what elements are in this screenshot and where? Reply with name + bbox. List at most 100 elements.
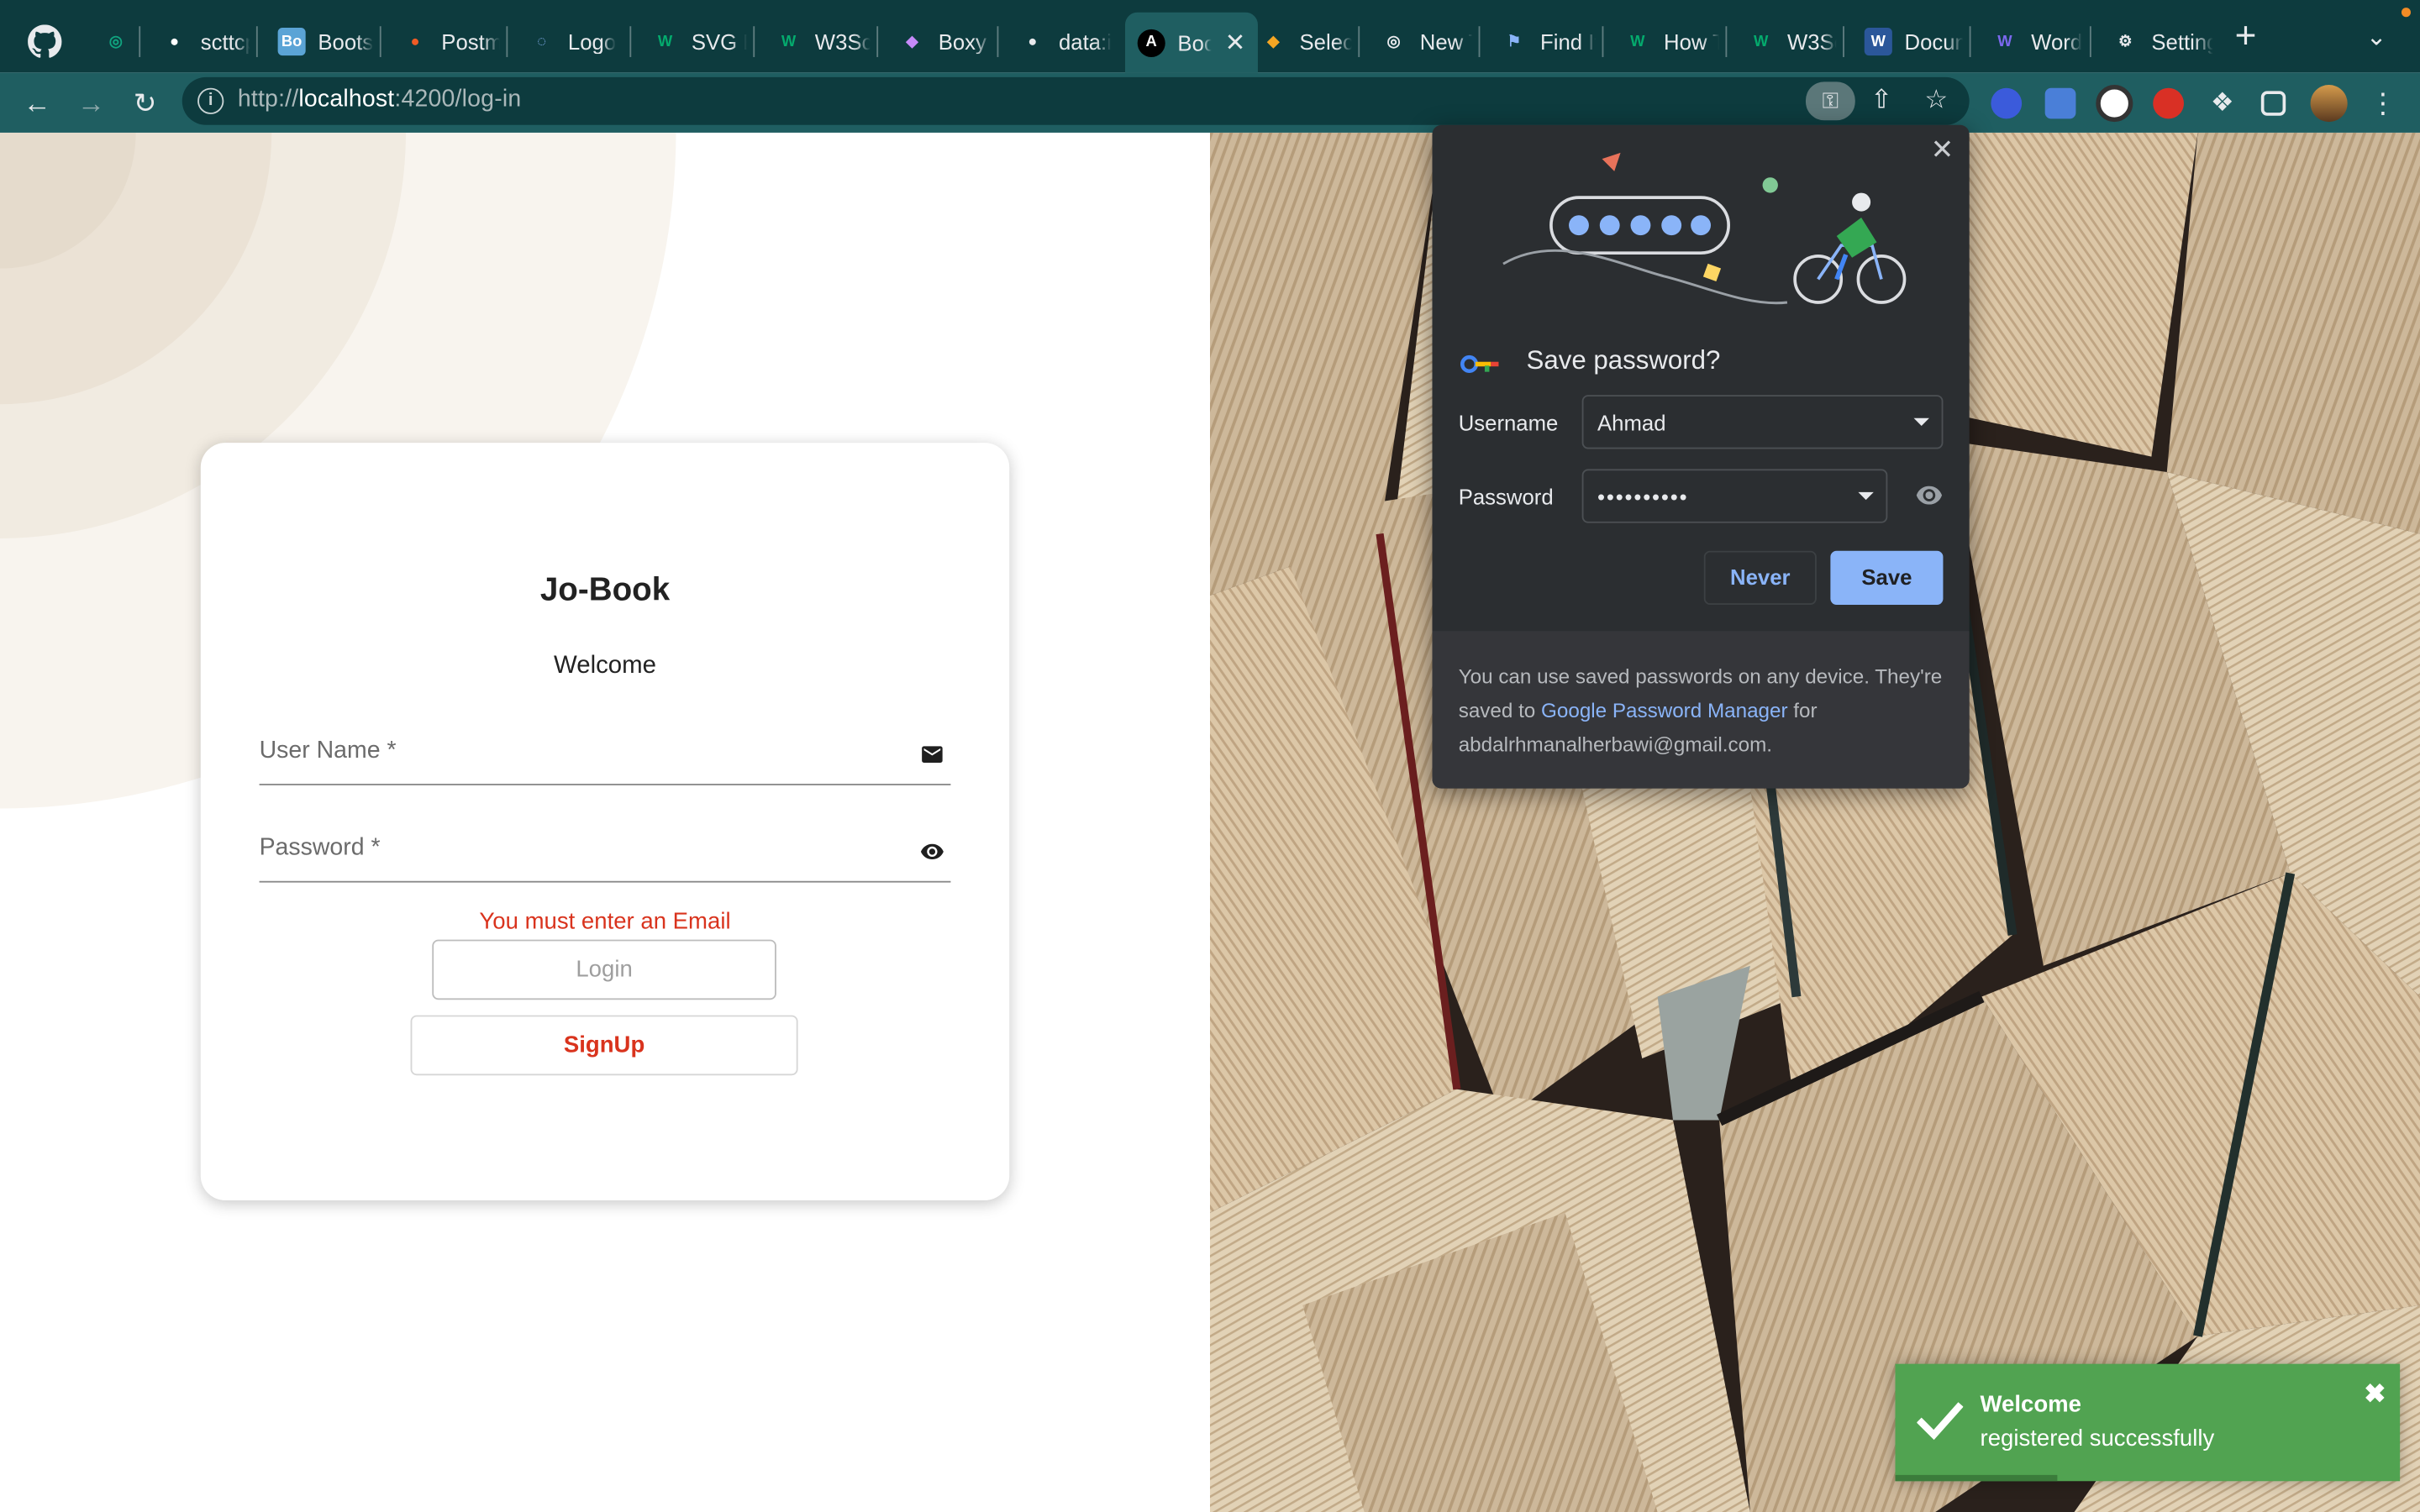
tab-bootstrap[interactable]: Bo Bootstrap: [266, 13, 376, 71]
password-select[interactable]: ••••••••••: [1581, 469, 1888, 523]
app-title: Jo-Book: [539, 572, 671, 608]
new-tab-button[interactable]: +: [2235, 18, 2257, 55]
tab-separator: [753, 26, 755, 57]
eye-icon[interactable]: [920, 839, 944, 864]
avatar[interactable]: [2310, 85, 2348, 123]
tab-separator: [1602, 26, 1604, 57]
forward-button[interactable]: →: [72, 85, 109, 122]
tab-search-chevron-icon[interactable]: ⌄: [2366, 22, 2387, 53]
signup-button[interactable]: SignUp: [410, 1015, 798, 1076]
dropdown-caret-icon: [1913, 417, 1929, 426]
flag-icon: ⚑: [1507, 33, 1522, 50]
w3schools-icon: W: [657, 33, 673, 50]
tab-title: Select: [1299, 29, 1352, 55]
tab-separator: [1969, 26, 1971, 57]
never-button[interactable]: Never: [1703, 550, 1817, 606]
save-password-illustration: [1502, 152, 1907, 305]
password-field[interactable]: Password *: [259, 821, 951, 883]
password-value: ••••••••••: [1597, 484, 1689, 510]
page-content: Jo-Book Welcome User Name * Password * Y…: [0, 132, 2420, 1512]
tab-pinned[interactable]: ◎: [90, 13, 136, 71]
password-manager-link[interactable]: Google Password Manager: [1541, 699, 1788, 722]
extension-pause-icon[interactable]: [1991, 87, 2023, 119]
tab-scttcp[interactable]: ● scttcp: [148, 13, 253, 71]
tab-postman[interactable]: ● Postman: [389, 13, 503, 71]
update-indicator: [2401, 8, 2411, 18]
word-icon: W: [1864, 28, 1892, 56]
login-card: Jo-Book Welcome User Name * Password * Y…: [200, 443, 1010, 1200]
tab-svg-editor[interactable]: W SVG Editor: [639, 13, 750, 71]
toast-close-icon[interactable]: ✖: [2364, 1379, 2386, 1410]
bookmark-star-icon[interactable]: ☆: [1924, 85, 1948, 116]
tab-title: Logo: [567, 29, 617, 55]
tab-logo[interactable]: ◌ Logo: [515, 13, 626, 71]
tab-title: Settings: [2151, 29, 2212, 55]
chrome-icon: ◎: [1386, 33, 1401, 50]
dropdown-caret-icon: [1858, 491, 1874, 501]
password-key-icon[interactable]: ⚿: [1805, 81, 1855, 121]
tab-title: SVG Editor: [691, 29, 747, 55]
password-label: Password *: [259, 834, 381, 861]
success-toast[interactable]: Welcome registered successfully ✖: [1895, 1363, 2401, 1482]
tab-title: Postman: [441, 29, 500, 55]
url-text[interactable]: http://localhost:4200/log-in: [238, 87, 522, 114]
back-button[interactable]: ←: [18, 85, 55, 122]
adblock-extension-icon[interactable]: [2153, 87, 2184, 119]
gear-icon: ⚙: [2118, 33, 2133, 50]
reload-button[interactable]: ↻: [127, 85, 164, 122]
tab-separator: [1358, 26, 1360, 57]
toast-message: registered successfully: [1980, 1425, 2215, 1452]
tab-separator: [1725, 26, 1728, 57]
logo-icon: ◌: [537, 33, 547, 50]
tab-document[interactable]: W Document: [1852, 13, 1966, 71]
boxy-icon: ◆: [906, 33, 918, 50]
tab-title: Book: [1177, 29, 1211, 55]
tab-w3schools[interactable]: W W3Schools: [762, 13, 873, 71]
shield-icon: ◆: [1267, 33, 1280, 50]
checkmark-icon: [1917, 1402, 1964, 1441]
tab-settings[interactable]: ⚙ Settings: [2099, 13, 2217, 71]
tab-separator: [379, 26, 381, 57]
tab-data-image[interactable]: ● data:image: [1007, 13, 1115, 71]
tab-title: W3Schools: [814, 29, 871, 55]
profile-ring-icon[interactable]: [2096, 85, 2133, 123]
tab-book[interactable]: A Book ✕: [1124, 12, 1258, 73]
bootstrap-icon: Bo: [277, 28, 306, 56]
tab-separator: [997, 26, 999, 57]
postman-icon: ●: [410, 33, 420, 50]
username-field[interactable]: User Name *: [259, 723, 951, 785]
tab-title: New Tab: [1419, 29, 1472, 55]
side-panel-icon[interactable]: [2260, 91, 2286, 116]
github-icon: ●: [169, 33, 180, 50]
toast-progress-bar: [1895, 1474, 2057, 1482]
tab-boxy-svg[interactable]: ◆ Boxy SVG: [886, 13, 994, 71]
show-password-eye-icon[interactable]: [1915, 486, 1943, 505]
tab-separator: [2089, 26, 2091, 57]
validation-error: You must enter an Email: [479, 908, 731, 936]
close-icon[interactable]: ✕: [1931, 134, 1954, 167]
tab-select[interactable]: ◆ Select: [1247, 13, 1355, 71]
login-button[interactable]: Login: [432, 939, 776, 1000]
address-bar[interactable]: i http://localhost:4200/log-in ⚿ ⇧ ☆: [182, 76, 1970, 125]
site-info-icon[interactable]: i: [197, 87, 224, 114]
tab-title: Boxy SVG: [938, 29, 991, 55]
close-tab-icon[interactable]: ✕: [1225, 28, 1246, 59]
github-icon[interactable]: [28, 24, 62, 58]
toast-title: Welcome: [1980, 1391, 2082, 1418]
share-icon[interactable]: ⇧: [1870, 85, 1892, 116]
tab-strip: ◎ ● scttcp Bo Bootstrap ● Postman ◌ Logo W SVG Edi…: [0, 0, 2420, 73]
tab-find-it[interactable]: ⚑ Find It: [1488, 13, 1599, 71]
tab-title: Bootstrap: [318, 29, 374, 55]
tab-new-tab[interactable]: ◎ New Tab: [1367, 13, 1476, 71]
translate-extension-icon[interactable]: [2044, 87, 2076, 119]
tab-how-to[interactable]: W How To: [1612, 13, 1723, 71]
save-button[interactable]: Save: [1830, 550, 1944, 606]
tab-w3schools[interactable]: W W3Schools: [1734, 13, 1839, 71]
tab-word[interactable]: W Word: [1979, 13, 2087, 71]
username-select[interactable]: Ahmad: [1581, 395, 1944, 449]
browser-menu-icon[interactable]: ⋮: [2365, 85, 2402, 122]
w3schools-icon: W: [781, 33, 797, 50]
extensions-puzzle-icon[interactable]: ❖: [2204, 85, 2241, 122]
browser-toolbar: ← → ↻ i http://localhost:4200/log-in ⚿ ⇧…: [0, 72, 2420, 133]
username-label: User Name *: [259, 737, 397, 764]
